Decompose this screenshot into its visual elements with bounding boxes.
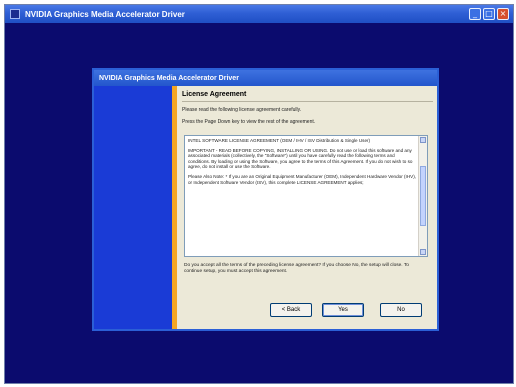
page-down-hint: Press the Page Down key to view the rest… (182, 119, 316, 125)
accept-question: Do you accept all the terms of the prece… (184, 263, 409, 275)
side-banner (94, 86, 172, 329)
scroll-thumb[interactable] (420, 166, 426, 226)
close-button[interactable]: × (497, 8, 509, 20)
page-heading: License Agreement (182, 89, 433, 102)
dialog-content: License Agreement Please read the follow… (182, 89, 433, 325)
minimize-button[interactable]: _ (469, 8, 481, 20)
license-paragraph: INTEL SOFTWARE LICENSE AGREEMENT (OEM / … (188, 138, 371, 143)
app-icon (10, 9, 20, 19)
license-paragraph: IMPORTANT - READ BEFORE COPYING, INSTALL… (188, 147, 413, 170)
dialog-title: NVIDIA Graphics Media Accelerator Driver (99, 74, 239, 82)
scroll-up-arrow-icon[interactable] (420, 137, 426, 143)
back-button[interactable]: < Back (270, 303, 312, 317)
license-scrollbar[interactable] (418, 136, 427, 256)
maximize-button[interactable]: □ (483, 8, 495, 20)
license-paragraph: Please Also Note: * If you are an Origin… (188, 173, 417, 185)
license-textbox[interactable]: INTEL SOFTWARE LICENSE AGREEMENT (OEM / … (184, 135, 428, 257)
window-titlebar[interactable]: NVIDIA Graphics Media Accelerator Driver… (5, 5, 513, 23)
license-dialog: NVIDIA Graphics Media Accelerator Driver… (92, 68, 439, 331)
scroll-down-arrow-icon[interactable] (420, 249, 426, 255)
window-title: NVIDIA Graphics Media Accelerator Driver (25, 9, 185, 19)
yes-button[interactable]: Yes (322, 303, 364, 317)
dialog-body: License Agreement Please read the follow… (94, 86, 437, 329)
dialog-titlebar[interactable]: NVIDIA Graphics Media Accelerator Driver (94, 70, 437, 86)
button-row: < Back Yes No (182, 303, 433, 319)
license-text: INTEL SOFTWARE LICENSE AGREEMENT (OEM / … (188, 138, 417, 189)
instruction-text: Please read the following license agreem… (182, 107, 302, 113)
no-button[interactable]: No (380, 303, 422, 317)
window-controls: _ □ × (469, 8, 509, 20)
accent-stripe (172, 86, 177, 329)
installer-window: NVIDIA Graphics Media Accelerator Driver… (4, 4, 514, 384)
